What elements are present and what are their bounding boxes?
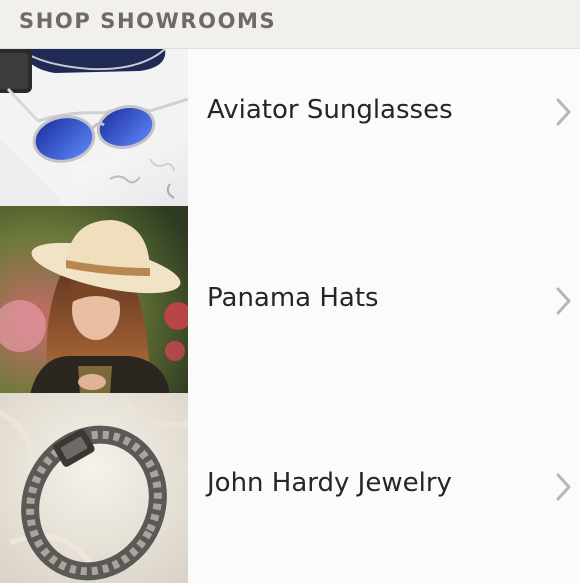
chevron-right-icon bbox=[556, 287, 571, 315]
showroom-row-john-hardy-jewelry[interactable]: John Hardy Jewelry bbox=[0, 393, 580, 583]
chevron-right-icon bbox=[556, 473, 571, 501]
chevron-right-icon bbox=[556, 98, 571, 126]
section-title: SHOP SHOWROOMS bbox=[19, 9, 277, 33]
showroom-row-panama-hats[interactable]: Panama Hats bbox=[0, 206, 580, 394]
section-header: SHOP SHOWROOMS bbox=[0, 0, 580, 49]
john-hardy-bracelet-photo bbox=[0, 393, 188, 583]
showroom-label: Panama Hats bbox=[207, 283, 379, 313]
showroom-label: John Hardy Jewelry bbox=[207, 468, 452, 498]
panama-hat-photo bbox=[0, 206, 188, 393]
aviator-sunglasses-photo bbox=[0, 49, 188, 206]
showroom-row-aviator-sunglasses[interactable]: Aviator Sunglasses bbox=[0, 49, 580, 207]
showroom-label: Aviator Sunglasses bbox=[207, 95, 453, 125]
